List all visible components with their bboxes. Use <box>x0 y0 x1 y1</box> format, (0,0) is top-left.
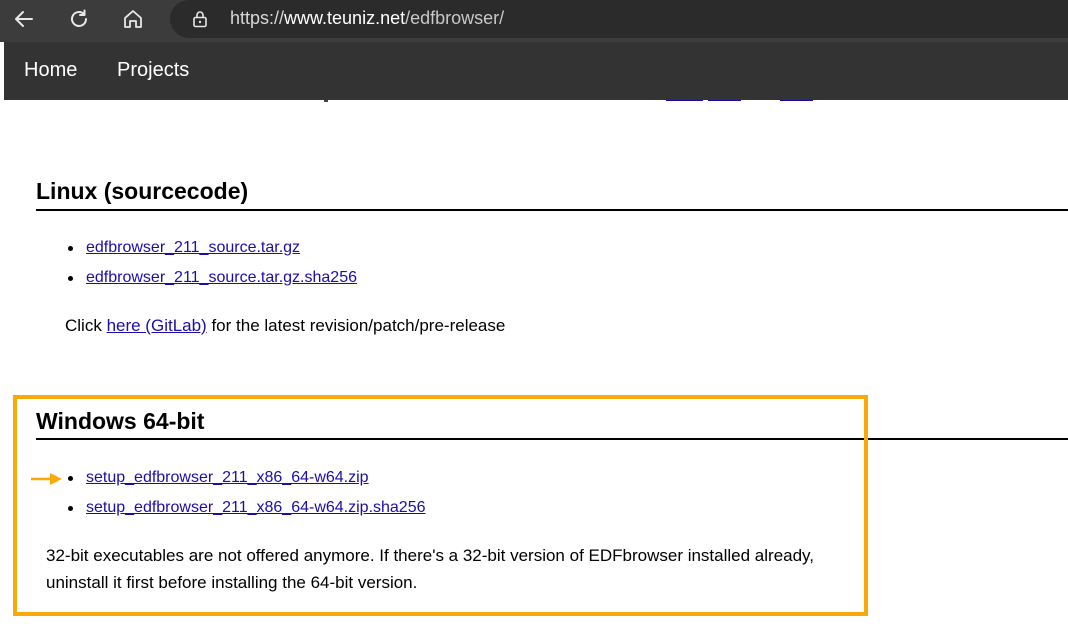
browser-toolbar: https://www.teuniz.net/edfbrowser/ <box>0 0 1068 42</box>
list-item: edfbrowser_211_source.tar.gz <box>68 239 357 269</box>
list-item: edfbrowser_211_source.tar.gz.sha256 <box>68 269 357 299</box>
lock-icon[interactable] <box>190 9 210 29</box>
linux-section-heading: Linux (sourcecode) <box>36 178 249 204</box>
linux-note: Click here (GitLab) for the latest revis… <box>65 312 505 339</box>
linux-source-sha256-link[interactable]: edfbrowser_211_source.tar.gz.sha256 <box>86 269 357 286</box>
cutoff-link-remnant <box>780 100 813 104</box>
gitlab-link[interactable]: here (GitLab) <box>107 316 207 335</box>
address-bar[interactable]: https://www.teuniz.net/edfbrowser/ <box>170 0 1068 38</box>
cutoff-link-remnant <box>666 100 703 104</box>
home-button[interactable] <box>117 3 149 35</box>
section-divider <box>36 209 1068 211</box>
back-button[interactable] <box>8 3 40 35</box>
reload-icon <box>71 9 87 27</box>
cutoff-link-remnant <box>708 100 741 104</box>
url-text[interactable]: https://www.teuniz.net/edfbrowser/ <box>230 8 504 29</box>
linux-note-suffix: for the latest revision/patch/pre-releas… <box>206 316 506 335</box>
linux-source-link[interactable]: edfbrowser_211_source.tar.gz <box>86 239 300 256</box>
pointer-arrow-icon <box>31 473 62 485</box>
cutoff-text-remnant <box>324 100 328 102</box>
url-scheme: https:// <box>230 8 285 28</box>
back-arrow-icon <box>15 11 33 27</box>
highlight-box <box>13 395 868 616</box>
nav-projects-link[interactable]: Projects <box>117 59 189 82</box>
nav-home-link[interactable]: Home <box>24 59 77 82</box>
linux-note-prefix: Click <box>65 316 107 335</box>
url-path: /edfbrowser/ <box>405 8 505 28</box>
reload-button[interactable] <box>63 3 95 35</box>
linux-download-list: edfbrowser_211_source.tar.gz edfbrowser_… <box>68 239 357 299</box>
site-navbar: Home Projects <box>4 42 1068 100</box>
url-host: www.teuniz.net <box>284 8 406 28</box>
home-icon <box>124 10 142 28</box>
